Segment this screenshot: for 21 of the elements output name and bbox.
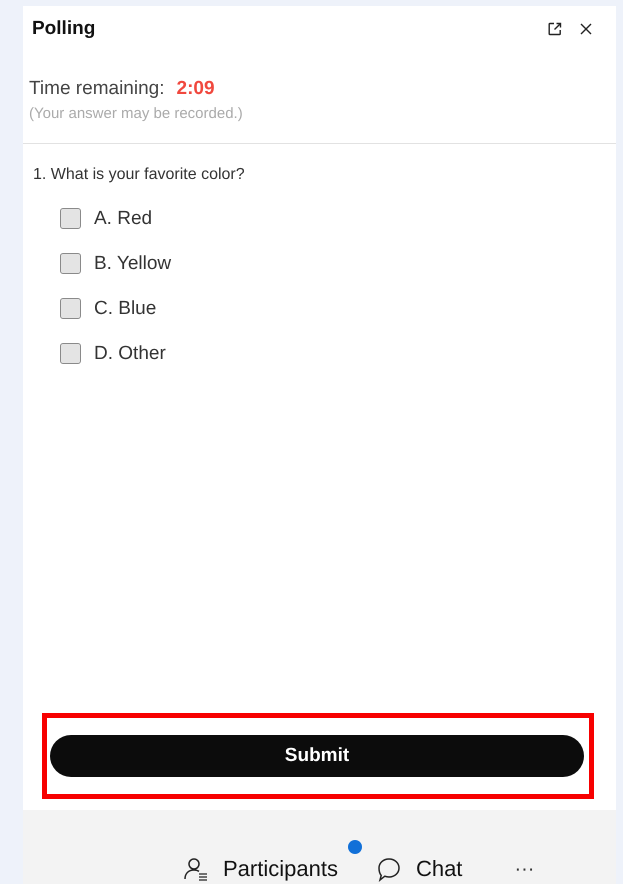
panel-title: Polling [32,18,96,40]
option-label[interactable]: C. Blue [94,298,156,320]
participants-tab[interactable]: Participants [223,856,338,882]
question-text: 1. What is your favorite color? [32,166,246,184]
more-options-button[interactable]: ··· [514,858,534,880]
time-remaining-label: Time remaining: [29,78,165,100]
close-icon[interactable] [579,22,593,36]
recording-note: (Your answer may be recorded.) [28,105,244,122]
chat-tab[interactable]: Chat [416,856,462,882]
option-label[interactable]: D. Other [94,342,166,364]
person-list-icon [183,856,209,882]
option-label[interactable]: A. Red [94,208,152,230]
submit-button[interactable]: Submit [50,735,584,777]
checkbox[interactable] [60,208,81,229]
countdown-timer: 2:09 [176,78,215,100]
checkbox[interactable] [60,343,81,364]
checkbox[interactable] [60,253,81,274]
checkbox[interactable] [60,298,81,319]
option-label[interactable]: B. Yellow [94,252,172,274]
pop-out-icon[interactable] [547,21,563,37]
chat-bubble-icon [376,856,402,882]
